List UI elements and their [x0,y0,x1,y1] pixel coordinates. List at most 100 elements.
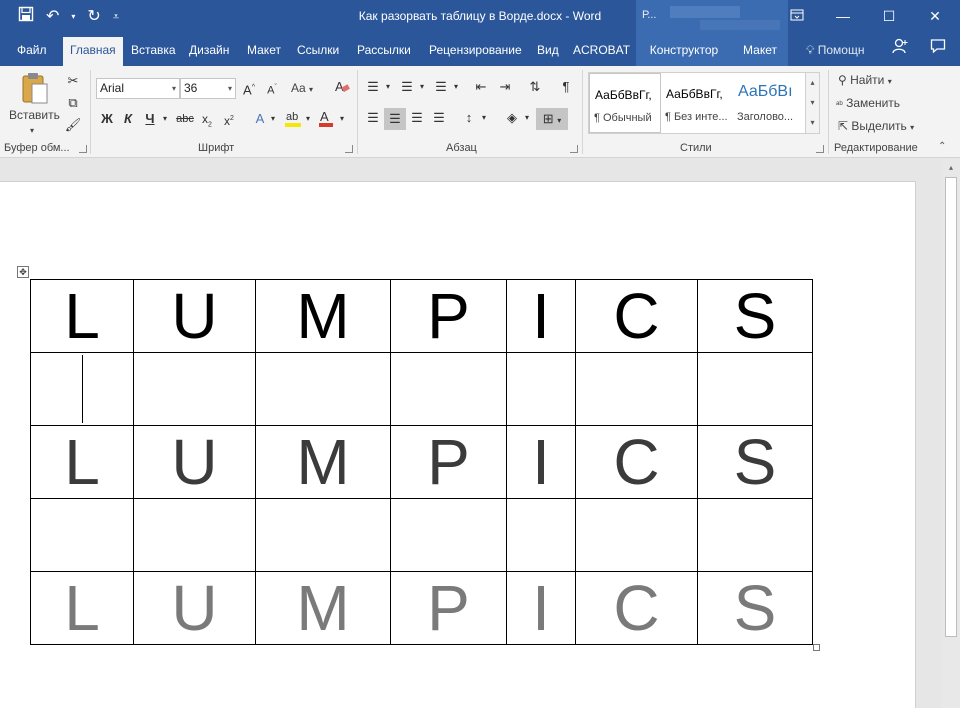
find-button[interactable]: ⚲ Найти ▾ [838,71,892,91]
chevron-down-icon[interactable]: ▾ [383,78,393,96]
chevron-down-icon[interactable]: ▾ [479,109,489,127]
copy-icon[interactable]: ⧉ [64,94,82,112]
table-cell[interactable]: U [133,571,256,645]
font-launcher-icon[interactable] [345,145,353,153]
styles-launcher-icon[interactable] [816,145,824,153]
table-cell[interactable] [255,352,391,426]
align-center-icon[interactable]: ☰ [384,108,406,130]
chevron-down-icon[interactable]: ▾ [160,110,170,128]
strikethrough-icon[interactable]: abc [175,110,195,128]
style-no-spacing[interactable]: АаБбВвГг, ¶ Без инте... [661,73,733,133]
clear-formatting-icon[interactable]: A [333,78,351,99]
paste-button[interactable]: Вставить [9,106,60,124]
chevron-down-icon[interactable]: ▾ [522,109,532,127]
table-move-handle-icon[interactable]: ✥ [17,266,29,278]
table-resize-handle[interactable] [813,644,820,651]
paste-dropdown-icon[interactable]: ▾ [30,122,34,140]
borders-icon[interactable]: ⊞ ▾ [536,108,568,130]
more-styles-icon[interactable]: ▾ [806,113,819,133]
style-normal[interactable]: АаБбВвГг, ¶ Обычный [589,73,661,133]
table-cell[interactable]: P [390,425,507,499]
table-cell[interactable]: L [30,279,134,353]
table-cell[interactable]: P [390,571,507,645]
maximize-icon[interactable]: ☐ [866,0,912,32]
table-cell[interactable] [390,498,507,572]
font-size-combo[interactable]: 36 ▾ [180,78,236,99]
italic-icon[interactable]: К [121,110,135,128]
chevron-down-icon[interactable]: ▾ [337,110,347,128]
tell-me-box[interactable]: 💡︎ Помощн [806,34,864,66]
shrink-font-icon[interactable]: Aˇ [264,79,280,100]
chevron-down-icon[interactable]: ▾ [451,78,461,96]
tab-references[interactable]: Ссылки [297,34,339,66]
chevron-down-icon[interactable]: ▾ [417,78,427,96]
tab-acrobat[interactable]: ACROBAT [573,34,630,66]
grow-font-icon[interactable]: A^ [241,79,257,99]
table-cell[interactable] [575,352,698,426]
show-formatting-marks-icon[interactable]: ¶ [558,78,574,96]
table-cell[interactable]: I [506,571,576,645]
tab-file[interactable]: Файл [17,34,47,66]
clipboard-launcher-icon[interactable] [79,145,87,153]
table-cell[interactable]: P [390,279,507,353]
tab-view[interactable]: Вид [537,34,559,66]
table-cell[interactable]: I [506,279,576,353]
table-cell[interactable]: S [697,425,813,499]
align-right-icon[interactable]: ☰ [408,109,426,127]
table-cell[interactable] [575,498,698,572]
table-cell[interactable] [133,352,256,426]
collapse-ribbon-icon[interactable]: ⌃ [938,141,946,152]
select-button[interactable]: ⇱ Выделить ▾ [838,117,914,137]
paste-icon[interactable] [20,72,50,106]
tab-mailings[interactable]: Рассылки [357,34,411,66]
table-cell[interactable] [30,498,134,572]
format-painter-icon[interactable]: 🖌︎ [64,116,82,134]
paragraph-launcher-icon[interactable] [570,145,578,153]
table-cell[interactable]: U [133,279,256,353]
table-cell[interactable]: I [506,425,576,499]
chevron-down-icon[interactable]: ▾ [268,110,278,128]
text-effects-icon[interactable]: A [252,110,268,128]
replace-button[interactable]: ᵃᵇ Заменить [836,94,900,113]
underline-icon[interactable]: Ч [143,110,157,128]
numbering-icon[interactable]: ☰ [398,78,416,96]
table-cell[interactable]: C [575,571,698,645]
bullets-icon[interactable]: ☰ [364,78,382,96]
table-cell[interactable]: C [575,279,698,353]
change-case-button[interactable]: Aa ▾ [291,79,313,99]
tab-table-design[interactable]: Конструктор [636,34,732,66]
tab-table-layout[interactable]: Макет [732,34,788,66]
scroll-up-icon[interactable]: ▴ [942,163,960,172]
scrollbar-thumb[interactable] [945,177,957,637]
shading-icon[interactable]: ◈ [503,109,521,127]
increase-indent-icon[interactable]: ⇥ [496,78,514,96]
cut-icon[interactable]: ✂ [64,72,82,90]
bold-icon[interactable]: Ж [99,110,115,128]
comments-icon[interactable] [930,34,946,66]
table-cell[interactable]: S [697,279,813,353]
tab-review[interactable]: Рецензирование [429,34,522,66]
multilevel-list-icon[interactable]: ☰ [432,78,450,96]
minimize-icon[interactable]: — [820,0,866,32]
table-cell[interactable] [697,498,813,572]
line-spacing-icon[interactable]: ↕ [460,109,478,127]
superscript-icon[interactable]: x2 [221,110,237,130]
table-cell[interactable]: M [255,425,391,499]
justify-icon[interactable]: ☰ [430,109,448,127]
tab-layout[interactable]: Макет [247,34,281,66]
table-cell[interactable] [390,352,507,426]
tab-design[interactable]: Дизайн [189,34,229,66]
table-cell[interactable]: S [697,571,813,645]
chevron-down-icon[interactable]: ▾ [303,110,313,128]
table-cell[interactable]: C [575,425,698,499]
sort-icon[interactable]: ⇅ [526,78,544,96]
subscript-icon[interactable]: x2 [199,110,215,134]
highlight-color-icon[interactable]: ab [284,108,302,133]
table-cell[interactable]: L [30,425,134,499]
chevron-up-icon[interactable]: ▴ [806,73,819,93]
tab-home[interactable]: Главная [63,37,123,66]
chevron-down-icon[interactable]: ▾ [806,93,819,113]
table-cell[interactable]: L [30,571,134,645]
align-left-icon[interactable]: ☰ [364,109,382,127]
table-cell[interactable]: M [255,279,391,353]
